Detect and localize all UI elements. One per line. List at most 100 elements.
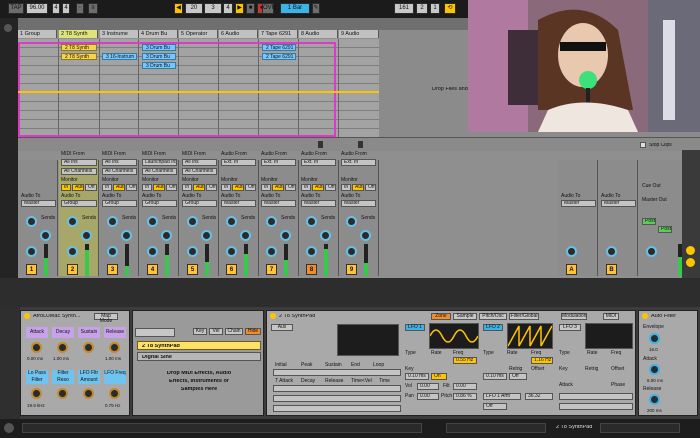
output-menu[interactable]: Group — [182, 200, 217, 207]
output-menu[interactable]: Master — [601, 200, 636, 207]
send-b-knob[interactable] — [320, 230, 331, 241]
monitor-off-button[interactable]: Off — [126, 184, 137, 191]
pan-knob[interactable] — [266, 246, 277, 257]
env-extra-field[interactable] — [273, 395, 401, 402]
pan-knob[interactable] — [566, 246, 577, 257]
track-activator-6[interactable]: 6 — [226, 264, 237, 275]
monitor-auto-button[interactable]: Auto — [312, 184, 324, 191]
modulation-tab[interactable]: Modulation — [561, 313, 587, 320]
follow-icon[interactable]: ≡ — [88, 3, 98, 14]
play-icon[interactable]: ▶ — [235, 3, 244, 14]
attack-knob[interactable] — [649, 364, 660, 375]
track-activator-9[interactable]: 9 — [346, 264, 357, 275]
track-activator-2[interactable]: 2 — [67, 264, 78, 275]
pan-knob[interactable] — [67, 246, 78, 257]
loop-switch-icon[interactable]: ⟲ — [444, 3, 456, 14]
macro-sustain[interactable]: Sustain — [78, 327, 100, 338]
stop-clip-button[interactable] — [358, 141, 363, 148]
pan-knob[interactable] — [147, 246, 158, 257]
track-header-3[interactable]: 3 Instrume — [100, 30, 139, 38]
send-a-knob[interactable] — [306, 216, 317, 227]
input-type-menu[interactable]: Ext. In — [341, 159, 376, 166]
key-zone-button[interactable]: Key — [193, 328, 207, 335]
sig-num-field[interactable]: 4 — [52, 3, 60, 14]
lfo3-toggle[interactable]: LFO 3 — [559, 324, 581, 331]
sig-den-field[interactable]: 4 — [62, 3, 70, 14]
track-activator-1[interactable]: 1 — [26, 264, 37, 275]
sends-toggle-icon[interactable] — [686, 258, 695, 267]
position-bar-field[interactable]: 20 — [185, 3, 203, 14]
track-activator-3[interactable]: 3 — [107, 264, 118, 275]
monitor-off-button[interactable]: Off — [365, 184, 376, 191]
monitor-auto-button[interactable]: Auto — [232, 184, 244, 191]
return-activator-a[interactable]: A — [566, 264, 577, 275]
macro-release-knob[interactable] — [109, 342, 120, 353]
macro-lfo-freq[interactable]: LFO Freq — [104, 370, 126, 384]
send-b-knob[interactable] — [121, 230, 132, 241]
track-activator-7[interactable]: 7 — [266, 264, 277, 275]
ovr-button[interactable]: OVR — [262, 3, 276, 14]
release-knob[interactable] — [649, 394, 660, 405]
send-a-knob[interactable] — [226, 216, 237, 227]
input-type-menu[interactable]: All Ins — [182, 159, 217, 166]
input-type-menu[interactable]: All Ins — [61, 159, 97, 166]
output-menu[interactable]: Master — [221, 200, 256, 207]
stop-all-clips-button[interactable] — [640, 142, 646, 148]
chain-zone-button[interactable]: Chain — [225, 328, 243, 335]
macro-release[interactable]: Release — [104, 327, 126, 338]
midi-tab[interactable]: MIDI — [603, 313, 619, 320]
lfo3-dest-field[interactable] — [559, 393, 633, 400]
lfo1-pitch-field[interactable]: 0.86 % — [453, 393, 477, 400]
send-a-knob[interactable] — [266, 216, 277, 227]
send-a-knob[interactable] — [147, 216, 158, 227]
macro-lo-pass-filter[interactable]: Lo Pass Filter — [26, 370, 48, 384]
lfo2-amount-menu[interactable]: LFO 1 Amt — [483, 393, 521, 400]
position-beat-field[interactable]: 3 — [204, 3, 222, 14]
zone-tab[interactable]: Zone — [431, 313, 451, 320]
track-header-9[interactable]: 9 Audio — [339, 30, 379, 38]
input-type-menu[interactable]: All Ins — [102, 159, 137, 166]
track-activator-4[interactable]: 4 — [147, 264, 158, 275]
output-menu[interactable]: Group — [61, 200, 97, 207]
send-b-knob[interactable] — [360, 230, 371, 241]
vel-zone-button[interactable]: Vel — [209, 328, 223, 335]
monitor-in-button[interactable]: In — [102, 184, 112, 191]
pan-knob[interactable] — [346, 246, 357, 257]
envelope-display[interactable] — [337, 324, 399, 356]
monitor-auto-button[interactable]: Auto — [113, 184, 125, 191]
lfo1-attack-field[interactable]: 0.10 ms — [405, 373, 429, 380]
macro-decay[interactable]: Decay — [52, 327, 74, 338]
lfo2-sync-button[interactable]: Off — [483, 403, 507, 410]
lfo1-toggle[interactable]: LFO 1 — [405, 324, 425, 331]
device-on-icon[interactable] — [642, 313, 648, 319]
input-channel-menu[interactable]: All Channels — [142, 168, 177, 175]
track-header-8[interactable]: 8 Audio — [299, 30, 338, 38]
monitor-in-button[interactable]: In — [301, 184, 311, 191]
chain-row-selected[interactable]: 2 T8 SynthPad — [137, 341, 261, 350]
input-type-menu[interactable]: Launchpad Inst — [142, 159, 177, 166]
filter-global-tab[interactable]: Filter/Global — [509, 313, 539, 320]
monitor-in-button[interactable]: In — [221, 184, 231, 191]
aux-button[interactable]: Aux — [271, 324, 293, 331]
stop-icon[interactable]: ■ — [246, 3, 255, 14]
device-on-icon[interactable] — [270, 313, 276, 319]
output-menu[interactable]: Master — [341, 200, 376, 207]
monitor-auto-button[interactable]: Auto — [352, 184, 364, 191]
return-activator-b[interactable]: B — [606, 264, 617, 275]
device-on-icon[interactable] — [24, 313, 30, 319]
env-time-fields[interactable] — [273, 385, 401, 392]
pan-knob[interactable] — [187, 246, 198, 257]
position-sixteenth-field[interactable]: 4 — [223, 3, 233, 14]
chain-row[interactable]: Digital Sine — [137, 352, 261, 361]
cue-post-button[interactable]: Post — [642, 218, 656, 225]
tap-button[interactable]: TAP — [8, 3, 24, 14]
track-header-7[interactable]: 7 Tape 6291 — [259, 30, 298, 38]
track-header-4[interactable]: 4 Drum Bu — [139, 30, 178, 38]
lfo2-retrig-button[interactable]: Off — [509, 373, 527, 380]
lfo2-attack-field[interactable]: 0.10 ms — [483, 373, 507, 380]
loop-start-beat-field[interactable]: 2 — [416, 3, 428, 14]
monitor-in-button[interactable]: In — [341, 184, 351, 191]
send-a-knob[interactable] — [187, 216, 198, 227]
lfo1-filt-field[interactable]: 0.00 — [453, 383, 477, 390]
track-activator-5[interactable]: 5 — [187, 264, 198, 275]
